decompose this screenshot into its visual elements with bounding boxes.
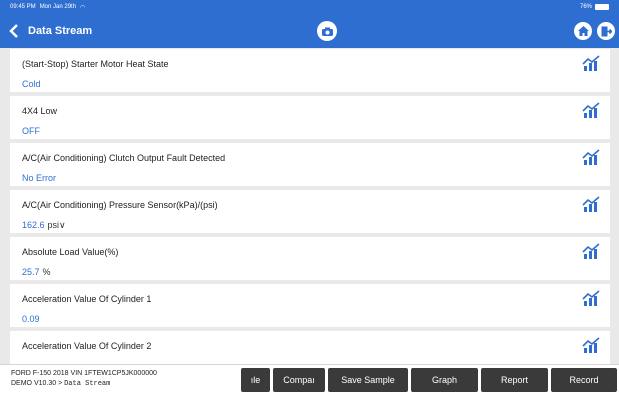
save-sample-button[interactable]: Save Sample — [328, 368, 408, 392]
compare-button[interactable]: Compaı — [273, 368, 325, 392]
record-button[interactable]: Record — [551, 368, 617, 392]
list-item[interactable]: Acceleration Value Of Cylinder 1 0.09 — [10, 284, 610, 327]
item-value: 162.6 psi∨ — [22, 220, 66, 230]
item-name: A/C(Air Conditioning) Pressure Sensor(kP… — [22, 200, 218, 210]
status-bar: 09:45 PM Mon Jan 29th ◠ 76% — [0, 0, 619, 14]
item-name: Absolute Load Value(%) — [22, 247, 119, 257]
app-header: Data Stream — [0, 14, 619, 48]
wifi-icon: ◠ — [80, 4, 86, 11]
toolbar-button-partial[interactable]: ıle — [241, 368, 270, 392]
item-name: Acceleration Value Of Cylinder 1 — [22, 294, 152, 304]
data-stream-list: (Start-Stop) Starter Motor Heat State Co… — [10, 49, 610, 378]
status-date: Mon Jan 29th — [39, 4, 77, 10]
exit-button[interactable] — [597, 22, 615, 40]
item-value: 0.09 — [22, 314, 40, 324]
bottom-toolbar: FORD F-150 2018 VIN 1FTEW1CP5JK000000 DE… — [0, 364, 619, 393]
list-item[interactable]: Absolute Load Value(%) 25.7% — [10, 237, 610, 280]
chart-icon[interactable] — [582, 243, 600, 259]
vehicle-line: FORD F-150 2018 VIN 1FTEW1CP5JK000000 — [11, 370, 157, 377]
battery-icon — [595, 4, 609, 10]
item-value: OFF — [22, 126, 40, 136]
list-item[interactable]: 4X4 Low OFF — [10, 96, 610, 139]
page-title: Data Stream — [28, 25, 93, 37]
status-time: 09:45 PM — [10, 4, 36, 10]
list-item[interactable]: (Start-Stop) Starter Motor Heat State Co… — [10, 49, 610, 92]
item-name: (Start-Stop) Starter Motor Heat State — [22, 59, 169, 69]
chart-icon[interactable] — [582, 55, 600, 71]
item-name: A/C(Air Conditioning) Clutch Output Faul… — [22, 153, 226, 163]
item-value: 25.7% — [22, 267, 51, 277]
back-button[interactable] — [2, 14, 26, 48]
home-icon — [577, 26, 589, 36]
chart-icon[interactable] — [582, 149, 600, 165]
chart-icon[interactable] — [582, 337, 600, 353]
chart-icon[interactable] — [582, 102, 600, 118]
item-value: No Error — [22, 173, 57, 183]
chart-icon[interactable] — [582, 290, 600, 306]
graph-button[interactable]: Graph — [411, 368, 478, 392]
home-button[interactable] — [574, 22, 592, 40]
item-name: 4X4 Low — [22, 106, 58, 116]
chart-icon[interactable] — [582, 196, 600, 212]
list-item[interactable]: A/C(Air Conditioning) Pressure Sensor(kP… — [10, 190, 610, 233]
chevron-left-icon — [9, 24, 18, 38]
unit-dropdown[interactable]: psi∨ — [48, 220, 66, 230]
breadcrumb: DEMO V10.30 > Data Stream — [11, 380, 111, 388]
item-name: Acceleration Value Of Cylinder 2 — [22, 341, 152, 351]
vehicle-info: FORD F-150 2018 VIN 1FTEW1CP5JK000000 DE… — [11, 369, 157, 389]
camera-icon — [321, 27, 333, 36]
item-value: Cold — [22, 79, 41, 89]
screenshot-button[interactable] — [317, 21, 337, 41]
battery-percent: 76% — [579, 4, 592, 10]
exit-icon — [601, 26, 612, 36]
report-button[interactable]: Report — [481, 368, 548, 392]
list-item[interactable]: A/C(Air Conditioning) Clutch Output Faul… — [10, 143, 610, 186]
